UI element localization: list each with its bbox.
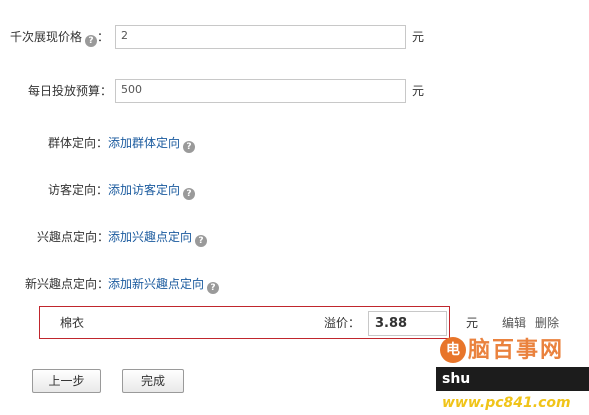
add-group-targeting-link[interactable]: 添加群体定向 <box>108 136 180 150</box>
interest-targeting-label: 兴趣点定向： <box>37 230 110 244</box>
add-interest-targeting-link[interactable]: 添加兴趣点定向 <box>108 230 192 244</box>
help-icon[interactable]: ? <box>195 235 208 247</box>
add-new-interest-targeting-link[interactable]: 添加新兴趣点定向 <box>108 277 204 291</box>
help-icon[interactable]: ? <box>85 35 98 47</box>
prev-step-button[interactable]: 上一步 <box>32 369 101 393</box>
premium-label: 溢价： <box>324 316 361 330</box>
daily-budget-input[interactable]: 500 <box>115 79 406 103</box>
watermark-cn-text: 脑百事网 <box>468 337 565 363</box>
cpm-price-label-text: 千次展现价格 <box>10 30 83 44</box>
premium-unit: 元 <box>466 316 479 330</box>
help-icon[interactable]: ? <box>183 188 196 200</box>
cpm-price-label: 千次展现价格?： <box>10 30 110 47</box>
watermark-badge: 电 <box>440 337 466 363</box>
daily-budget-label: 每日投放预算： <box>28 84 113 98</box>
help-icon[interactable]: ? <box>207 282 220 294</box>
watermark-en-left: shu <box>442 371 471 387</box>
visitor-targeting-label: 访客定向： <box>48 183 109 197</box>
watermark-logo: 电 脑百事网 shu www.pc841.com <box>436 333 589 411</box>
watermark-en-domain: www.pc841.com <box>442 395 571 411</box>
edit-link[interactable]: 编辑 <box>502 315 526 331</box>
help-icon[interactable]: ? <box>183 141 196 153</box>
group-targeting-label: 群体定向： <box>48 136 109 150</box>
add-visitor-targeting-link[interactable]: 添加访客定向 <box>108 183 180 197</box>
watermark-en-text: shu www.pc841.com <box>436 367 589 411</box>
delete-link[interactable]: 删除 <box>535 315 559 331</box>
finish-button[interactable]: 完成 <box>122 369 184 393</box>
target-item-name: 棉衣 <box>60 316 85 330</box>
daily-budget-unit: 元 <box>412 84 425 98</box>
new-interest-targeting-label: 新兴趣点定向： <box>25 277 110 291</box>
cpm-price-unit: 元 <box>412 30 425 44</box>
cpm-price-input[interactable]: 2 <box>115 25 406 49</box>
